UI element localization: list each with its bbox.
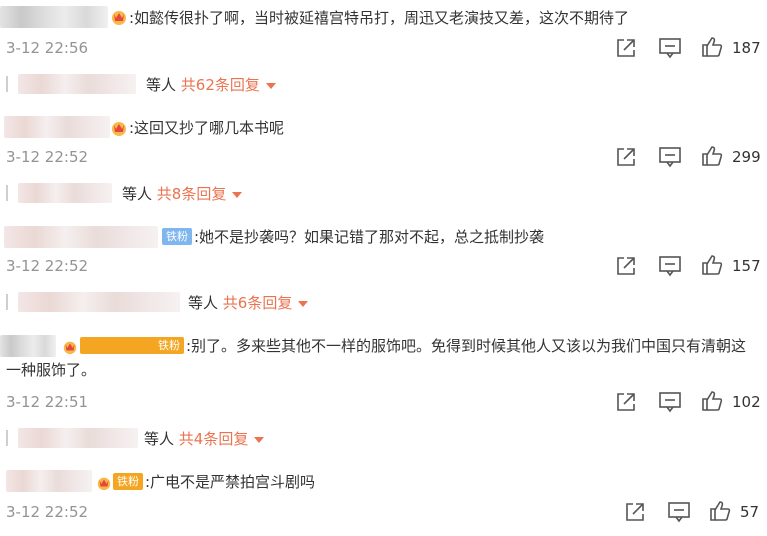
comment-text: :这回又抄了哪几本书呢	[129, 119, 285, 137]
comment-text-block: 铁粉:别了。多来些其他不一样的服饰吧。免得到时候其他人又该以为我们中国只有清朝这…	[6, 334, 751, 382]
thumbs-up-icon[interactable]	[701, 36, 723, 62]
username-blurred[interactable]	[4, 226, 158, 248]
crown-icon	[110, 8, 128, 30]
username-blurred[interactable]	[6, 470, 92, 492]
share-icon[interactable]	[615, 37, 637, 63]
reply-users-blurred[interactable]	[18, 292, 180, 312]
comment-time: 3-12 22:52	[6, 148, 89, 166]
comment-text-line: 铁粉:广电不是严禁拍宫斗剧吗	[113, 470, 315, 494]
comment-text: :她不是抄袭吗？如果记错了那对不起，总之抵制抄袭	[194, 228, 545, 246]
reply-users-blurred[interactable]	[18, 183, 112, 203]
reply-count[interactable]: 共62条回复	[181, 76, 260, 94]
reply-divider	[6, 294, 8, 310]
caret-down-icon[interactable]	[232, 191, 243, 198]
crown-icon	[96, 475, 112, 495]
comment-icon[interactable]	[667, 501, 691, 527]
share-icon[interactable]	[615, 391, 637, 417]
comment-icon[interactable]	[658, 391, 682, 417]
reply-divider	[6, 430, 8, 446]
caret-down-icon[interactable]	[265, 82, 276, 89]
share-icon[interactable]	[624, 501, 646, 527]
reply-prefix: 等人	[122, 185, 153, 203]
reply-summary[interactable]: 等人 共4条回复	[144, 428, 265, 449]
reply-prefix: 等人	[144, 430, 175, 448]
reply-count[interactable]: 共4条回复	[179, 430, 249, 448]
comment-text: :广电不是严禁拍宫斗剧吗	[145, 473, 316, 491]
reply-summary[interactable]: 等人 共62条回复	[146, 74, 276, 95]
comment-time: 3-12 22:51	[6, 393, 89, 411]
share-icon[interactable]	[615, 146, 637, 172]
reply-count[interactable]: 共8条回复	[157, 185, 227, 203]
thumbs-up-icon[interactable]	[701, 254, 723, 280]
reply-summary[interactable]: 等人 共6条回复	[188, 292, 309, 313]
fan-badge: 铁粉	[113, 473, 143, 490]
thumbs-up-icon[interactable]	[701, 145, 723, 171]
like-count: 187	[732, 39, 761, 57]
like-count: 102	[732, 393, 761, 411]
comment-icon[interactable]	[658, 146, 682, 172]
reply-prefix: 等人	[188, 294, 219, 312]
like-count: 157	[732, 257, 761, 275]
reply-count[interactable]: 共6条回复	[223, 294, 293, 312]
reply-summary[interactable]: 等人 共8条回复	[122, 183, 243, 204]
reply-divider	[6, 76, 8, 92]
comment-time: 3-12 22:56	[6, 39, 89, 57]
comment-time: 3-12 22:52	[6, 257, 89, 275]
comment-text: :如懿传很扑了啊，当时被延禧宫特吊打，周迅又老演技又差，这次不期待了	[129, 9, 630, 27]
comment-time: 3-12 22:52	[6, 503, 89, 521]
reply-users-blurred[interactable]	[18, 74, 136, 94]
share-icon[interactable]	[615, 255, 637, 281]
fan-badge: 铁粉	[80, 337, 184, 354]
username-blurred[interactable]	[0, 6, 108, 28]
like-count: 57	[740, 503, 760, 521]
crown-icon	[110, 119, 128, 141]
username-blurred[interactable]	[4, 116, 110, 138]
reply-users-blurred[interactable]	[18, 428, 138, 448]
thumbs-up-icon[interactable]	[709, 500, 731, 526]
reply-divider	[6, 185, 8, 201]
caret-down-icon[interactable]	[298, 300, 309, 307]
fan-badge: 铁粉	[162, 228, 192, 245]
thumbs-up-icon[interactable]	[701, 390, 723, 416]
reply-prefix: 等人	[146, 76, 177, 94]
like-count: 299	[732, 148, 761, 166]
caret-down-icon[interactable]	[254, 436, 265, 443]
comment-icon[interactable]	[658, 37, 682, 63]
comment-text-line: 铁粉:她不是抄袭吗？如果记错了那对不起，总之抵制抄袭	[162, 225, 544, 249]
comment-icon[interactable]	[658, 255, 682, 281]
